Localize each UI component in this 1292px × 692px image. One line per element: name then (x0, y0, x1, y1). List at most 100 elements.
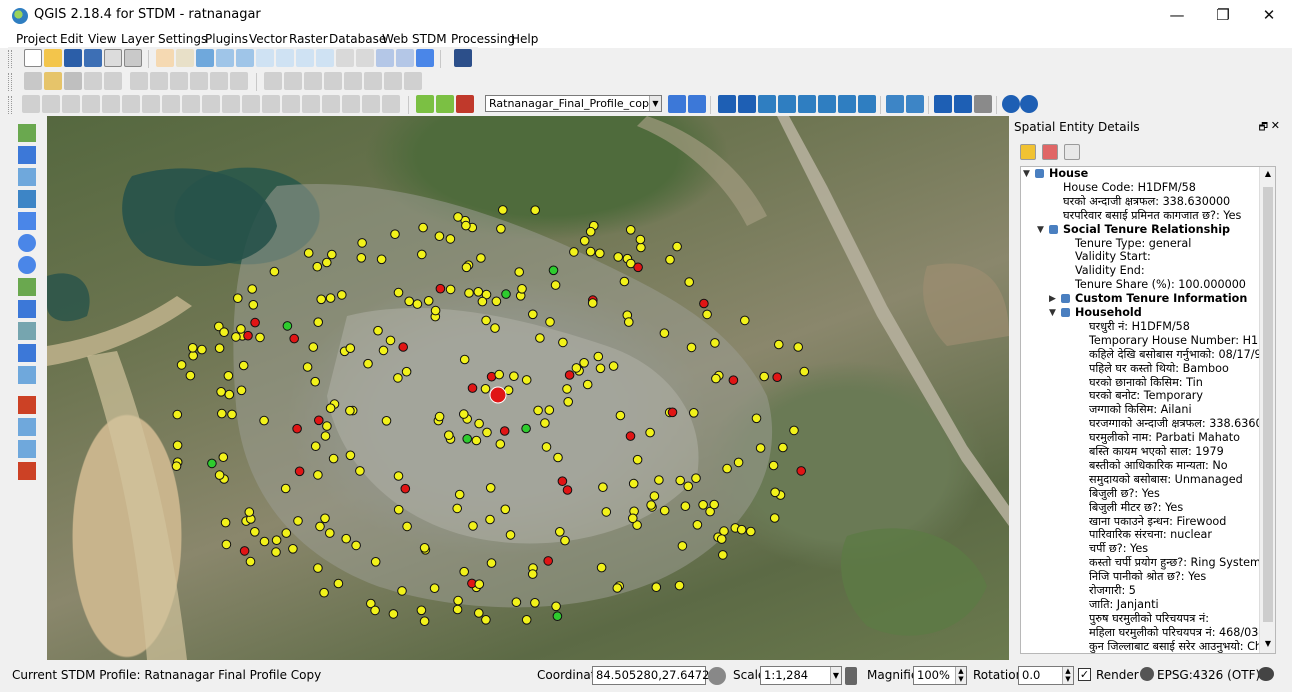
survey-point[interactable] (474, 418, 484, 429)
survey-point[interactable] (356, 253, 367, 263)
survey-point[interactable] (667, 407, 678, 418)
menu-vector[interactable]: Vector (249, 32, 287, 46)
survey-point[interactable] (533, 405, 543, 416)
stdm-help-icon[interactable] (1002, 95, 1020, 113)
survey-point[interactable] (474, 579, 485, 590)
survey-point[interactable] (351, 540, 361, 551)
survey-point[interactable] (303, 248, 314, 258)
menu-processing[interactable]: Processing (451, 32, 515, 46)
survey-point[interactable] (728, 375, 739, 386)
add-feature-icon[interactable] (84, 72, 102, 90)
survey-point[interactable] (675, 475, 686, 486)
magnifier-field[interactable]: 100% ▲ ▼ (913, 666, 967, 685)
digitize-point-icon[interactable] (18, 396, 36, 414)
survey-point[interactable] (619, 276, 630, 287)
zoom-in-icon[interactable] (216, 49, 234, 67)
menu-help[interactable]: Help (511, 32, 538, 46)
survey-point[interactable] (402, 521, 412, 532)
rotation-field[interactable]: 0.0 ▲ ▼ (1018, 666, 1074, 685)
delete-icon[interactable] (1042, 144, 1058, 160)
collapse-icon[interactable]: ▼ (1049, 306, 1056, 320)
survey-point[interactable] (462, 434, 473, 444)
profile-select[interactable]: Ratnanagar_Final_Profile_copy ▼ (485, 95, 662, 112)
add-delimited-text-icon[interactable] (18, 300, 36, 318)
current-edits-icon[interactable] (24, 72, 42, 90)
pan-map-icon[interactable] (156, 49, 174, 67)
survey-point[interactable] (711, 373, 721, 384)
survey-point[interactable] (325, 293, 336, 303)
view-document-icon[interactable] (1064, 144, 1080, 160)
survey-point[interactable] (789, 425, 799, 436)
survey-point[interactable] (509, 371, 519, 382)
survey-point[interactable] (560, 535, 570, 546)
survey-point[interactable] (557, 476, 568, 487)
survey-point[interactable] (423, 296, 434, 306)
gps-add-icon[interactable] (416, 95, 434, 113)
survey-point[interactable] (345, 450, 356, 461)
survey-point[interactable] (625, 431, 636, 441)
survey-point[interactable] (672, 241, 682, 252)
survey-point[interactable] (271, 535, 282, 546)
survey-point[interactable] (444, 430, 454, 441)
redo-icon[interactable] (82, 95, 100, 113)
survey-point[interactable] (243, 330, 253, 341)
tree-attribute[interactable]: घरपरिवार बसाई प्रमिनत कागजात छ?: Yes (1021, 209, 1261, 223)
survey-point[interactable] (740, 315, 750, 326)
more-tools-icon[interactable] (382, 95, 400, 113)
new-map-view-icon[interactable] (376, 49, 394, 67)
survey-point[interactable] (294, 466, 305, 477)
survey-point[interactable] (310, 441, 321, 452)
survey-point[interactable] (495, 439, 506, 449)
survey-point[interactable] (702, 309, 712, 320)
survey-point[interactable] (628, 478, 639, 489)
survey-point[interactable] (613, 252, 624, 262)
survey-point[interactable] (185, 370, 196, 381)
save-edits-icon[interactable] (64, 72, 82, 90)
survey-point[interactable] (224, 389, 235, 400)
stdm-spatial-unit-icon[interactable] (758, 95, 776, 113)
survey-point[interactable] (412, 299, 423, 309)
survey-point[interactable] (612, 583, 623, 593)
survey-point[interactable] (564, 370, 575, 380)
survey-point[interactable] (476, 253, 486, 263)
survey-point[interactable] (521, 375, 532, 385)
tree-attribute[interactable]: घरधुरी नं: H1DFM/58 (1021, 320, 1261, 334)
pan-hand-icon[interactable] (176, 49, 194, 67)
survey-point[interactable] (381, 416, 392, 426)
tree-scrollbar[interactable]: ▲ ▼ (1259, 167, 1275, 653)
lock-scale-icon[interactable] (845, 667, 857, 685)
new-spatialite-icon[interactable] (18, 366, 36, 384)
stdm-import-icon[interactable] (818, 95, 836, 113)
survey-point[interactable] (553, 452, 563, 463)
survey-point[interactable] (649, 491, 660, 501)
tree-attribute[interactable]: Validity End: (1021, 264, 1261, 278)
split-features-icon[interactable] (262, 95, 280, 113)
survey-point[interactable] (770, 487, 780, 498)
survey-point[interactable] (313, 317, 324, 327)
survey-point[interactable] (768, 460, 779, 471)
tree-attribute[interactable]: जग्गाको किसिम: Ailani (1021, 403, 1261, 417)
survey-point[interactable] (207, 458, 217, 469)
survey-point[interactable] (313, 563, 323, 573)
float-icon[interactable]: 🗗 (1259, 120, 1268, 137)
menu-edit[interactable]: Edit (60, 32, 83, 46)
tree-attribute[interactable]: चर्पी छ?: Yes (1021, 542, 1261, 556)
menu-view[interactable]: View (88, 32, 116, 46)
survey-point[interactable] (378, 345, 389, 356)
survey-point[interactable] (521, 423, 531, 434)
survey-point[interactable] (481, 315, 491, 326)
tree-attribute[interactable]: Temporary House Number: H1DFM/... (1021, 334, 1261, 348)
survey-point[interactable] (315, 521, 325, 532)
add-wms-layer-icon[interactable] (18, 234, 36, 252)
survey-point[interactable] (733, 457, 744, 468)
tree-attribute[interactable]: Validity Start: (1021, 250, 1261, 264)
survey-point[interactable] (684, 277, 695, 287)
survey-point[interactable] (388, 609, 399, 619)
tree-attribute[interactable]: House Code: H1DFM/58 (1021, 181, 1261, 195)
zoom-last-icon[interactable] (336, 49, 354, 67)
survey-point[interactable] (288, 544, 298, 554)
survey-point[interactable] (593, 351, 604, 362)
survey-point[interactable] (280, 483, 291, 494)
survey-point[interactable] (341, 533, 352, 544)
stdm-view-str-icon[interactable] (798, 95, 816, 113)
